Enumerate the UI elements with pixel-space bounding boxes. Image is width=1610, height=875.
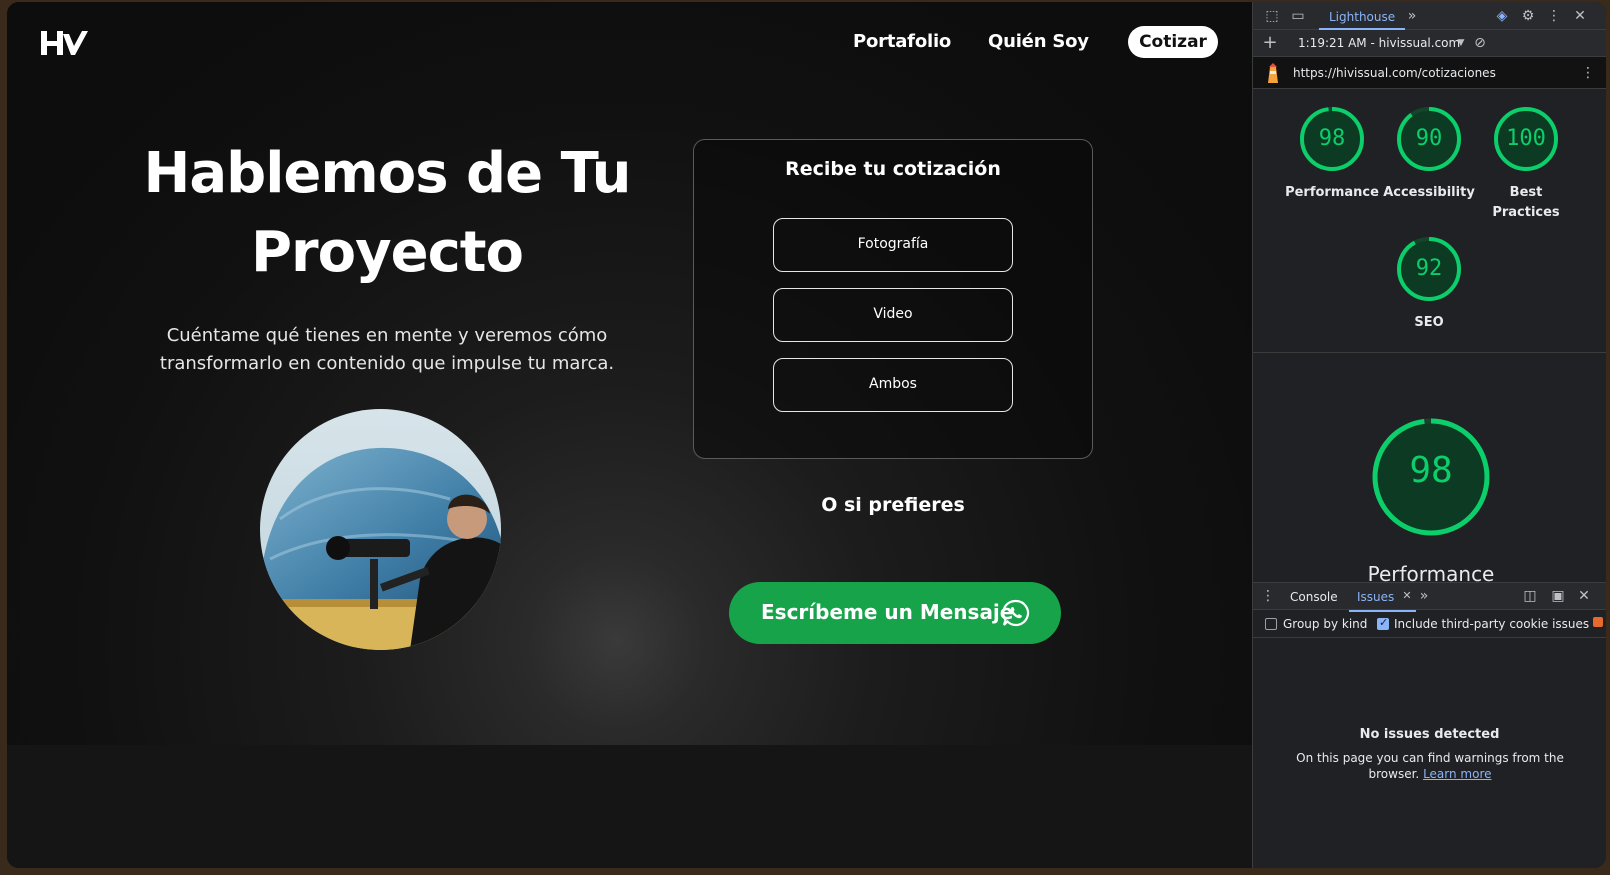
lighthouse-badge-icon[interactable]: ◈ <box>1493 7 1511 25</box>
whatsapp-message-button[interactable]: Escríbeme un Mensaje <box>729 582 1061 644</box>
audited-url[interactable]: https://hivissual.com/cotizaciones <box>1293 66 1496 80</box>
hero-title: Hablemos de Tu Proyecto <box>117 134 657 292</box>
element-picker-icon[interactable]: ⬚ <box>1263 7 1281 25</box>
performance-score: 98 <box>1318 126 1346 151</box>
audited-url-bar: https://hivissual.com/cotizaciones ⋮ <box>1253 57 1606 89</box>
footer-band <box>7 745 1252 868</box>
hero-title-line1: Hablemos de Tu <box>143 141 631 206</box>
kebab-menu-icon[interactable]: ⋮ <box>1545 7 1563 25</box>
more-tabs-icon[interactable]: » <box>1403 7 1421 25</box>
no-issues-title: No issues detected <box>1359 727 1500 742</box>
hv-logo[interactable] <box>39 28 89 58</box>
tab-issues[interactable]: Issues <box>1348 590 1417 612</box>
best-practices-label: Best Practices <box>1492 185 1560 220</box>
learn-more-link[interactable]: Learn more <box>1423 767 1491 781</box>
hero-title-line2: Proyecto <box>250 220 524 285</box>
scores-divider <box>1253 352 1606 353</box>
whatsapp-button-label: Escríbeme un Mensaje <box>761 600 1014 624</box>
device-toolbar-icon[interactable]: ▭ <box>1289 7 1307 25</box>
quote-card: Recibe tu cotización Fotografía Video Am… <box>693 139 1093 459</box>
option-photography-button[interactable]: Fotografía <box>773 218 1013 272</box>
seo-score: 92 <box>1415 256 1443 281</box>
seo-label: SEO <box>1414 315 1444 330</box>
include-third-party-label[interactable]: Include third-party cookie issues <box>1394 617 1589 631</box>
report-selector[interactable]: 1:19:21 AM - hivissual.com <box>1298 36 1460 50</box>
nav-about-link[interactable]: Quién Soy <box>988 31 1089 52</box>
url-menu-icon[interactable]: ⋮ <box>1579 64 1597 82</box>
tab-console[interactable]: Console <box>1290 590 1338 604</box>
website-viewport: Portafolio Quién Soy Cotizar Hablemos de… <box>7 2 1252 868</box>
tab-lighthouse[interactable]: Lighthouse <box>1319 2 1406 30</box>
browser-window: Portafolio Quién Soy Cotizar Hablemos de… <box>7 2 1606 868</box>
undock-drawer-icon[interactable]: ▣ <box>1549 587 1567 605</box>
group-by-kind-label[interactable]: Group by kind <box>1283 617 1367 631</box>
accessibility-label: Accessibility <box>1383 185 1475 200</box>
no-issues-description: On this page you can find warnings from … <box>1293 750 1567 782</box>
more-drawer-tabs-icon[interactable]: » <box>1415 587 1433 605</box>
hero-subtitle: Cuéntame qué tienes en mente y veremos c… <box>137 322 637 378</box>
close-issues-tab-icon[interactable]: ✕ <box>1398 587 1416 605</box>
settings-gear-icon[interactable]: ⚙ <box>1519 7 1537 25</box>
close-devtools-icon[interactable]: ✕ <box>1571 7 1589 25</box>
lighthouse-logo-icon <box>1268 63 1278 83</box>
hero-subtitle-line2: transformarlo en contenido que impulse t… <box>159 353 615 374</box>
issue-flag-icon[interactable] <box>1593 617 1603 627</box>
featured-performance-score: 98 <box>1409 450 1453 491</box>
clear-reports-icon[interactable]: ⊘ <box>1471 34 1489 52</box>
new-report-plus-icon[interactable]: + <box>1261 34 1279 52</box>
whatsapp-icon <box>1002 599 1030 627</box>
or-prefer-text: O si prefieres <box>821 494 965 516</box>
include-third-party-checkbox[interactable] <box>1377 616 1389 630</box>
option-both-button[interactable]: Ambos <box>773 358 1013 412</box>
quote-card-title: Recibe tu cotización <box>785 158 1001 180</box>
accessibility-score: 90 <box>1415 126 1443 151</box>
nav-quote-button[interactable]: Cotizar <box>1128 26 1218 58</box>
report-dropdown-chevron-icon[interactable]: ▼ <box>1452 34 1470 52</box>
drawer-tabbar: ⋮ Console Issues ✕ » ◫ ▣ ✕ <box>1253 582 1606 612</box>
lighthouse-toolbar: + 1:19:21 AM - hivissual.com ▼ ⊘ <box>1253 30 1606 57</box>
performance-label: Performance <box>1285 185 1379 200</box>
close-drawer-icon[interactable]: ✕ <box>1575 587 1593 605</box>
hero-subtitle-line1: Cuéntame qué tienes en mente y veremos c… <box>166 325 608 346</box>
issues-options-bar: Group by kind Include third-party cookie… <box>1253 610 1606 638</box>
group-by-kind-checkbox[interactable] <box>1265 618 1277 630</box>
devtools-tabbar: ⬚ ▭ Lighthouse » ◈ ⚙ ⋮ ✕ <box>1253 2 1606 30</box>
devtools-panel: ⬚ ▭ Lighthouse » ◈ ⚙ ⋮ ✕ + 1:19:21 AM - … <box>1252 2 1606 868</box>
option-video-button[interactable]: Video <box>773 288 1013 342</box>
drawer-menu-icon[interactable]: ⋮ <box>1259 587 1277 605</box>
videographer-photo <box>260 409 501 650</box>
dock-side-icon[interactable]: ◫ <box>1521 587 1539 605</box>
best-practices-score: 100 <box>1506 126 1546 151</box>
nav-portfolio-link[interactable]: Portafolio <box>853 31 951 52</box>
